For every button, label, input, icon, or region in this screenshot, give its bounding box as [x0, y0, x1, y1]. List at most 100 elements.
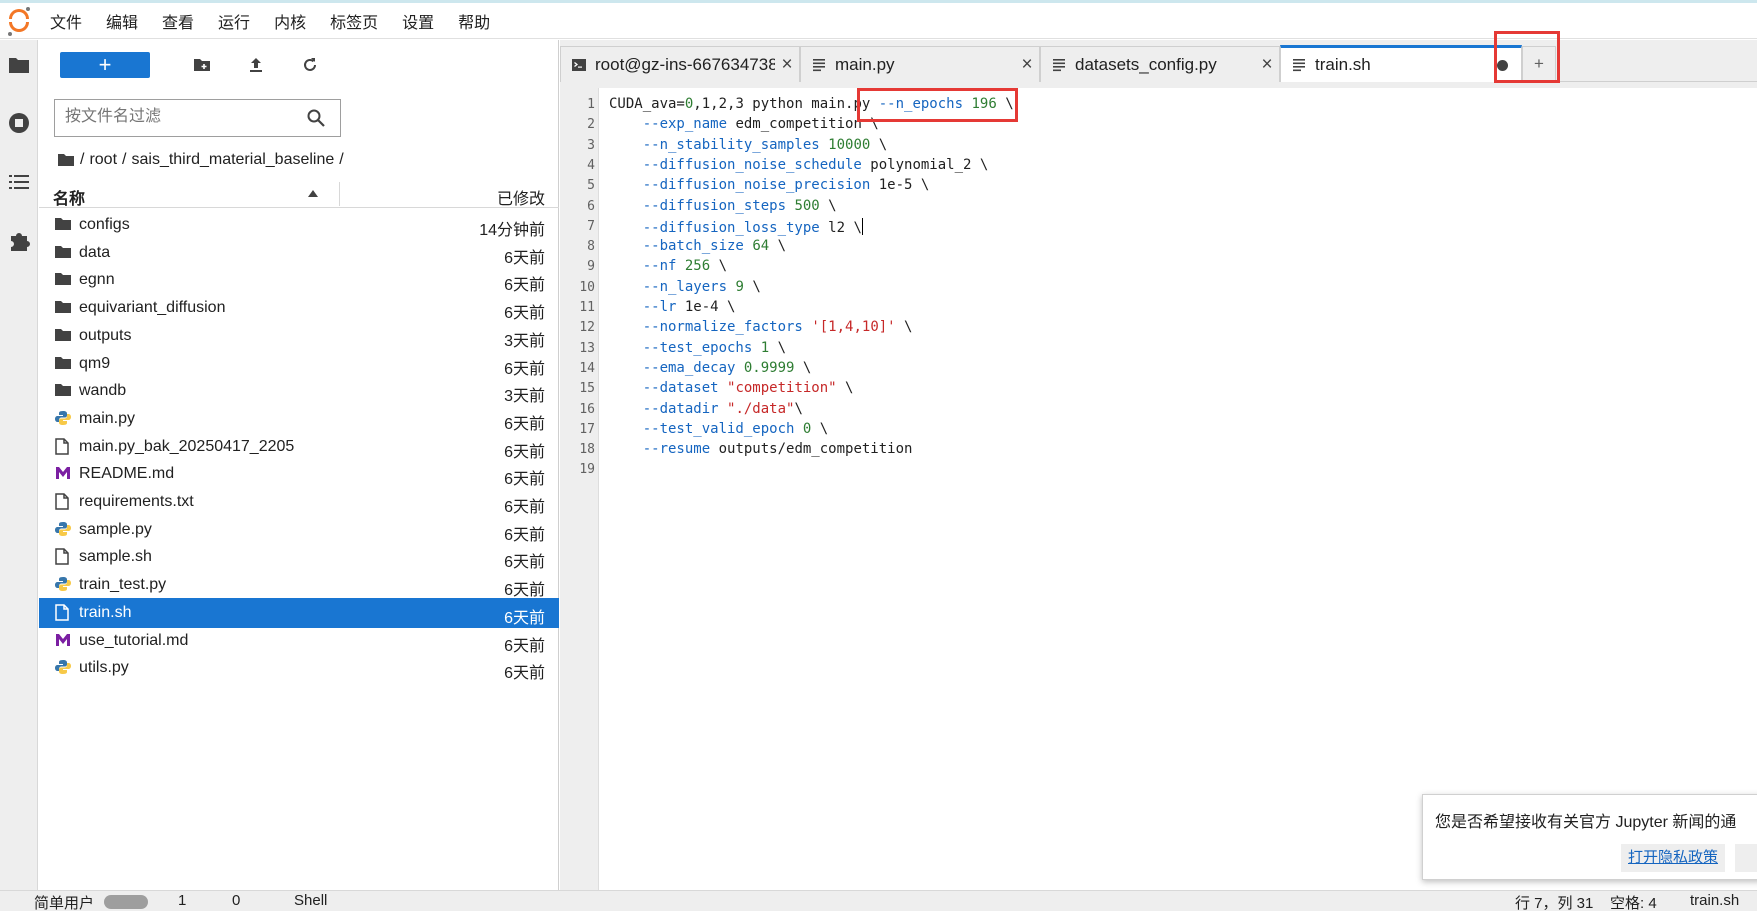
- file-list-item[interactable]: data 6天前: [39, 238, 559, 268]
- privacy-policy-link[interactable]: 打开隐私政策: [1621, 844, 1726, 872]
- code-line: 19: [568, 459, 1757, 481]
- folder-icon: [55, 271, 71, 289]
- menu-item[interactable]: 帮助: [446, 9, 502, 33]
- breadcrumb-project[interactable]: sais_third_material_baseline: [131, 151, 334, 169]
- file-list-header: 名称 已修改: [39, 180, 559, 208]
- file-name: sample.py: [79, 520, 152, 538]
- file-modified: 3天前: [504, 332, 545, 350]
- menu-item[interactable]: 标签页: [318, 9, 390, 33]
- code-line: 17 --test_valid_epoch 0 \: [568, 419, 1757, 441]
- file-list-item[interactable]: requirements.txt 6天前: [39, 487, 559, 517]
- breadcrumb-root[interactable]: root: [89, 151, 117, 169]
- filter-files-input[interactable]: [55, 100, 295, 134]
- name-column-header[interactable]: 名称: [53, 185, 85, 209]
- file-list-item[interactable]: README.md 6天前: [39, 459, 559, 489]
- code-line: 18 --resume outputs/edm_competition: [568, 439, 1757, 461]
- tab-label: main.py: [835, 54, 895, 74]
- menu-item[interactable]: 查看: [150, 9, 206, 33]
- file-list-item[interactable]: sample.py 6天前: [39, 515, 559, 545]
- code-token: --lr: [642, 299, 677, 315]
- search-icon[interactable]: [306, 108, 326, 128]
- code-token: --datadir: [642, 400, 719, 417]
- sort-ascending-icon[interactable]: [308, 190, 318, 197]
- code-line: 9 --nf 256 \: [568, 256, 1757, 278]
- python-file-icon: [55, 576, 71, 594]
- close-tab-icon[interactable]: ×: [1255, 54, 1279, 76]
- file-list-item[interactable]: egnn 6天前: [39, 265, 559, 295]
- folder-icon: [55, 355, 71, 373]
- indent-spaces[interactable]: 空格: 4: [1610, 892, 1657, 911]
- file-list-item[interactable]: outputs 3天前: [39, 321, 559, 351]
- simple-mode-toggle[interactable]: [104, 895, 148, 909]
- file-list-item[interactable]: configs 14分钟前: [39, 210, 559, 240]
- tab-datasets-config[interactable]: datasets_config.py ×: [1040, 46, 1280, 82]
- file-list-item[interactable]: train_test.py 6天前: [39, 570, 559, 600]
- tab-label: datasets_config.py: [1075, 54, 1217, 74]
- code-token: "competition": [727, 380, 837, 397]
- column-divider[interactable]: [339, 182, 340, 206]
- refresh-icon[interactable]: [297, 54, 323, 76]
- toast-action-button[interactable]: [1735, 844, 1757, 872]
- code-token: 1: [760, 339, 770, 356]
- menu-item[interactable]: 设置: [390, 9, 446, 33]
- line-number: 2: [587, 117, 595, 133]
- code-token: '[1,4,10]': [811, 319, 896, 336]
- menu-item[interactable]: 运行: [206, 9, 262, 33]
- close-tab-icon[interactable]: ×: [1015, 54, 1039, 76]
- extension-puzzle-icon[interactable]: [6, 228, 32, 254]
- file-name: requirements.txt: [79, 493, 194, 510]
- file-list-item[interactable]: use_tutorial.md 6天前: [39, 626, 559, 656]
- code-token: l2 \: [819, 219, 862, 236]
- new-folder-icon[interactable]: [189, 54, 215, 76]
- file-list-item[interactable]: qm9 6天前: [39, 349, 559, 379]
- tab-main-py[interactable]: main.py ×: [800, 46, 1040, 82]
- new-launcher-button[interactable]: +: [60, 52, 150, 78]
- folder-icon[interactable]: [6, 52, 32, 78]
- running-stop-icon[interactable]: [6, 110, 32, 136]
- code-token: polynomial_2 \: [861, 156, 989, 173]
- file-list-item[interactable]: equivariant_diffusion 6天前: [39, 293, 559, 323]
- markdown-file-icon: [55, 632, 71, 650]
- menu-item[interactable]: 文件: [38, 9, 94, 33]
- code-token: \: [794, 359, 812, 376]
- terminal-count[interactable]: 1: [178, 892, 186, 909]
- menu-item[interactable]: 内核: [262, 9, 318, 33]
- code-line: 4 --diffusion_noise_schedule polynomial_…: [568, 155, 1757, 177]
- kernel-name[interactable]: Shell: [294, 892, 327, 909]
- breadcrumb: / root / sais_third_material_baseline /: [57, 148, 349, 172]
- code-token: --dataset: [642, 380, 719, 397]
- file-modified: 6天前: [504, 554, 545, 572]
- table-of-contents-icon[interactable]: [6, 169, 32, 195]
- code-text: --diffusion_steps 500 \: [609, 198, 837, 214]
- file-list-item[interactable]: main.py 6天前: [39, 404, 559, 434]
- menu-item[interactable]: 编辑: [94, 9, 150, 33]
- file-list-item[interactable]: sample.sh 6天前: [39, 542, 559, 572]
- code-token: "./data": [727, 400, 795, 417]
- text-cursor: [861, 217, 863, 235]
- file-modified: 6天前: [504, 609, 545, 627]
- code-text: --normalize_factors '[1,4,10]' \: [609, 319, 913, 336]
- modified-column-header[interactable]: 已修改: [497, 185, 545, 209]
- home-folder-icon[interactable]: [57, 153, 75, 167]
- line-number: 8: [587, 239, 595, 255]
- file-list-item[interactable]: utils.py 6天前: [39, 653, 559, 683]
- close-tab-icon[interactable]: ×: [775, 54, 799, 76]
- code-editor[interactable]: 1 CUDA_ava=0,1,2,3 python main.py --n_epo…: [568, 88, 1757, 892]
- tab-terminal[interactable]: root@gz-ins-66763473822 ×: [560, 46, 800, 82]
- file-list-item[interactable]: wandb 3天前: [39, 376, 559, 406]
- upload-icon[interactable]: [243, 54, 269, 76]
- code-line: 6 --diffusion_steps 500 \: [568, 196, 1757, 218]
- kernel-count[interactable]: 0: [232, 892, 240, 909]
- file-list-item[interactable]: train.sh 6天前: [39, 597, 559, 628]
- tab-train-sh[interactable]: train.sh: [1280, 45, 1522, 82]
- line-number: 4: [587, 157, 595, 173]
- file-name: use_tutorial.md: [79, 631, 189, 649]
- file-list-item[interactable]: main.py_bak_20250417_2205 6天前: [39, 432, 559, 462]
- cursor-position[interactable]: 行 7，列 31: [1515, 892, 1593, 911]
- line-number: 17: [579, 421, 595, 437]
- code-token: 500: [794, 197, 820, 214]
